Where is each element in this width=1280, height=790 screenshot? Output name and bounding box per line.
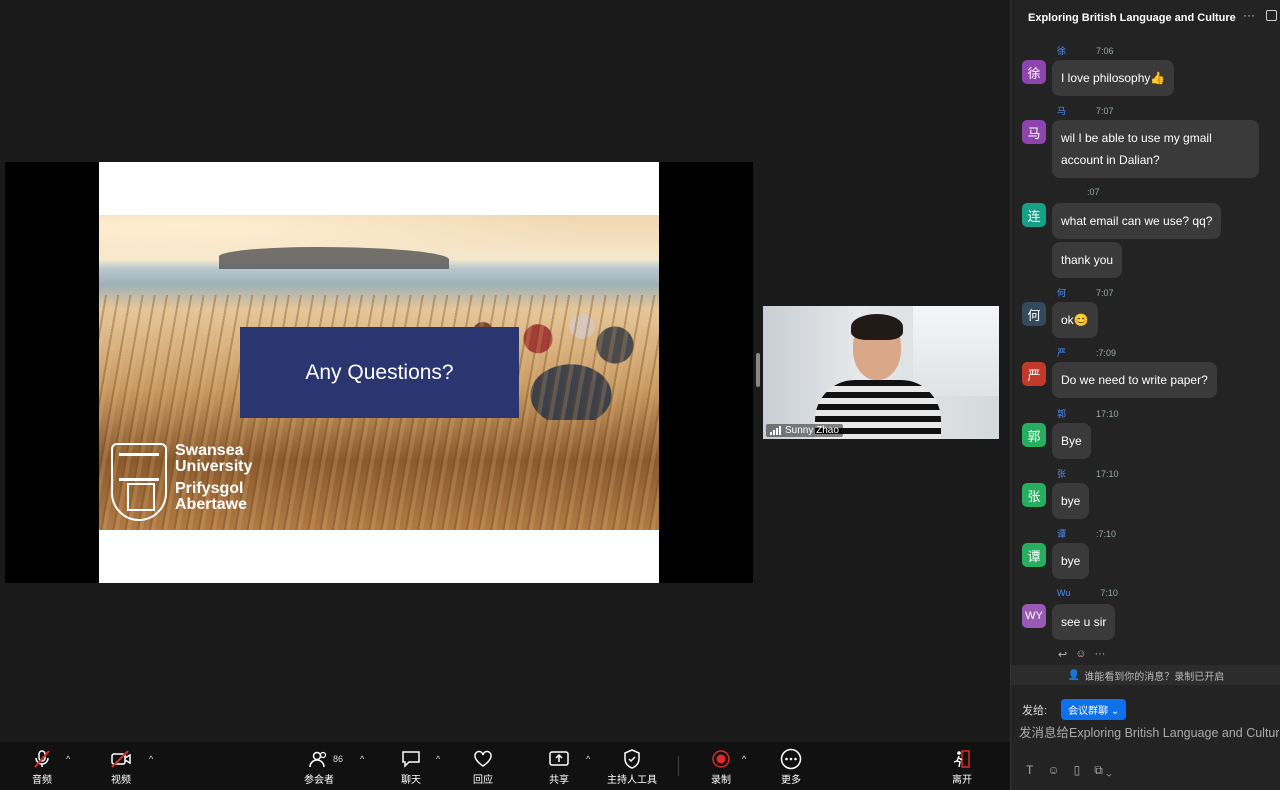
avatar[interactable]: 郭 [1022, 423, 1046, 447]
chat-options-caret[interactable]: ^ [436, 754, 440, 764]
more-actions-icon[interactable]: ··· [1094, 648, 1105, 661]
message-bubble[interactable]: Do we need to write paper? [1052, 362, 1217, 398]
emoji-react-icon[interactable]: ☺ [1075, 648, 1086, 661]
visibility-icon: 👤 [1067, 669, 1081, 681]
shield-icon [623, 748, 641, 770]
participant-video [793, 314, 963, 439]
participant-video-tile[interactable]: Sunny Zhao [763, 306, 999, 439]
recording-notice[interactable]: 👤 谁能看到你的消息？录制已开启 [1011, 665, 1280, 685]
camera-off-icon [110, 748, 132, 770]
react-button[interactable]: 回应 [473, 748, 493, 786]
avatar[interactable]: 严 [1022, 362, 1046, 386]
slide-question-text: Any Questions? [305, 360, 454, 384]
avatar[interactable]: 连 [1022, 203, 1046, 227]
participants-options-caret[interactable]: ^ [360, 754, 364, 764]
message-bubble[interactable]: I love philosophy👍 [1052, 60, 1175, 96]
share-screen-icon [548, 748, 570, 770]
meeting-stage: Any Questions? Swansea University Prifys… [0, 0, 1010, 742]
audio-button[interactable]: 音频 [32, 748, 52, 786]
avatar[interactable]: 徐 [1022, 60, 1046, 84]
heart-icon [473, 748, 493, 770]
toolbar-divider [678, 756, 679, 776]
message-bubble[interactable]: thank you [1052, 242, 1123, 278]
muted-mic-icon [32, 748, 52, 770]
signal-strength-icon [770, 426, 781, 435]
message-bubble[interactable]: ok😊 [1052, 302, 1098, 338]
share-options-caret[interactable]: ^ [586, 754, 590, 764]
avatar[interactable]: 张 [1022, 483, 1046, 507]
panel-resize-handle[interactable] [756, 353, 760, 387]
more-button[interactable]: 更多 [780, 748, 802, 786]
audio-options-caret[interactable]: ^ [66, 754, 70, 764]
chat-compose-input[interactable]: 发消息给Exploring British Language and Cultu… [1019, 722, 1279, 741]
avatar[interactable]: 马 [1022, 120, 1046, 144]
chat-button[interactable]: 聊天 [401, 748, 421, 786]
chat-title: Exploring British Language and Culture [1028, 12, 1236, 24]
record-options-caret[interactable]: ^ [742, 754, 746, 764]
record-button[interactable]: 录制 [711, 748, 731, 786]
message-bubble[interactable]: Bye [1052, 423, 1091, 459]
slide-question-box: Any Questions? [240, 327, 519, 418]
file-icon[interactable]: ▯ [1074, 763, 1081, 778]
video-button[interactable]: 视频 [110, 748, 132, 786]
presentation-slide: Any Questions? Swansea University Prifys… [99, 162, 659, 583]
message-actions: ↩ ☺ ··· [1058, 648, 1105, 661]
send-to-label: 发给: [1022, 704, 1048, 717]
avatar[interactable]: WY [1022, 604, 1046, 628]
participants-icon [309, 748, 329, 770]
meeting-toolbar: 音频 ^ 视频 ^ 参会者 86 ^ 聊天 ^ 回应 共享 ^ 主持人工具 录制… [0, 742, 1010, 790]
message-bubble[interactable]: what email can we use? qq? [1052, 203, 1222, 239]
emoji-icon[interactable]: ☺ [1047, 763, 1059, 778]
compose-toolbar: T ☺ ▯ ⧉ ⌄ [1026, 763, 1112, 778]
send-to-row: 发给: 会议群聊 ⌄ [1022, 699, 1127, 720]
exit-door-icon [952, 748, 972, 770]
more-dots-icon [780, 748, 802, 770]
university-logo: Swansea University Prifysgol Abertawe [111, 443, 261, 523]
crest-icon [111, 443, 167, 521]
chat-panel: Exploring British Language and Culture ·… [1010, 0, 1280, 790]
participants-button[interactable]: 参会者 [304, 748, 334, 786]
text-format-icon[interactable]: T [1026, 763, 1033, 778]
chat-header: Exploring British Language and Culture ·… [1011, 0, 1280, 36]
reply-icon[interactable]: ↩ [1058, 648, 1067, 661]
host-tools-button[interactable]: 主持人工具 [607, 748, 657, 786]
screenshot-icon[interactable]: ⧉ ⌄ [1094, 763, 1112, 778]
message-bubble[interactable]: wil I be able to use my gmail account in… [1052, 120, 1259, 178]
message-bubble[interactable]: bye [1052, 483, 1090, 519]
slide-beach-photo: Any Questions? Swansea University Prifys… [99, 215, 659, 530]
video-options-caret[interactable]: ^ [149, 754, 153, 764]
pop-out-icon[interactable] [1266, 10, 1277, 21]
share-button[interactable]: 共享 [548, 748, 570, 786]
chat-bubble-icon [401, 748, 421, 770]
participant-name-tag: Sunny Zhao [766, 424, 843, 437]
send-to-dropdown[interactable]: 会议群聊 ⌄ [1061, 699, 1127, 720]
participant-name: Sunny Zhao [785, 425, 839, 436]
screen-share-area: Any Questions? Swansea University Prifys… [5, 162, 753, 583]
avatar[interactable]: 谭 [1022, 543, 1046, 567]
record-icon [711, 748, 731, 770]
leave-button[interactable]: 离开 [952, 748, 972, 786]
message-bubble[interactable]: see u sir [1052, 604, 1116, 640]
message-bubble[interactable]: bye [1052, 543, 1090, 579]
more-options-icon[interactable]: ··· [1243, 8, 1255, 22]
chat-message-list[interactable]: 徐 7:06 徐 I love philosophy👍 马 7:07 马 wil I… [1011, 40, 1280, 665]
participants-count: 86 [333, 754, 344, 764]
avatar[interactable]: 何 [1022, 302, 1046, 326]
